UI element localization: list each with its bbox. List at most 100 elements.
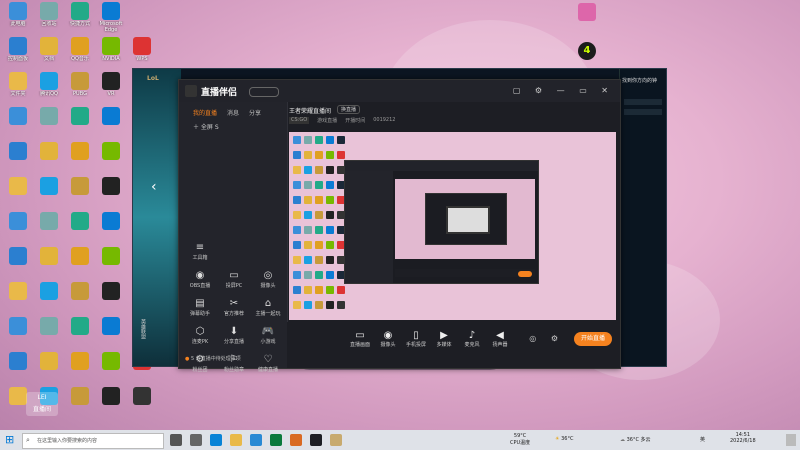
search-placeholder: 在这里输入你要搜索的内容 <box>37 438 98 444</box>
toolbar-icon: ▯ <box>413 330 419 341</box>
taskbar-app-icon[interactable] <box>290 434 302 446</box>
store-icon[interactable] <box>250 434 262 446</box>
bottom-toolbar: 开始直播 ◎ ⚙ ▭ 直播画面 ◉ 摄像头 ▯ 手机投屏 ▶ 多媒体 ♪ 麦克风 ◀ 扬声器 <box>287 322 620 368</box>
settings-icons[interactable]: ◎ ⚙ <box>529 334 564 343</box>
tab-my-live[interactable]: 我的直播 <box>193 108 217 117</box>
weather-widget[interactable]: ☀ 36°C <box>555 436 573 442</box>
app-tabs: 我的直播 消息 分享 <box>193 108 261 117</box>
tool-button[interactable]: ✂ 官方推荐 <box>221 298 247 317</box>
tool-button[interactable]: ⌂ 主播一起玩 <box>255 298 281 317</box>
desktop-icon[interactable]: Microsoft Edge <box>93 0 129 34</box>
bottom-toolbar-item[interactable]: ▯ 手机投屏 <box>403 330 429 348</box>
desktop-icon-label: Microsoft Edge <box>99 21 123 33</box>
chevron-left-icon[interactable]: ‹ <box>151 179 157 195</box>
app-main-area: 王者荣耀直播间 换直播 CS:GO 游戏直播 开播时间 0019212 开始直播… <box>287 102 620 368</box>
tray-weather[interactable]: ☁ 36°C 多云 <box>620 436 651 443</box>
desktop-icon[interactable]: WPS <box>124 35 160 69</box>
preview-icon <box>293 166 301 174</box>
preview-icon <box>326 136 334 144</box>
tool-icon: ✂ <box>229 298 239 309</box>
app-icon <box>40 2 58 20</box>
app-icon <box>102 247 120 265</box>
start-live-button[interactable]: 开始直播 <box>574 332 612 346</box>
tool-icon: ⬡ <box>195 326 205 337</box>
preview-icon <box>337 151 345 159</box>
preview-icon <box>304 151 312 159</box>
room-meta: CS:GO 游戏直播 开播时间 0019212 <box>289 117 396 124</box>
file-explorer-icon[interactable] <box>230 434 242 446</box>
app-icon <box>9 352 27 370</box>
desktop-icon[interactable] <box>124 385 160 419</box>
preview-icon <box>293 136 301 144</box>
bottom-toolbar-item[interactable]: ▭ 直播画面 <box>347 330 373 348</box>
bottom-toolbar-item[interactable]: ▶ 多媒体 <box>431 330 457 348</box>
tool-button[interactable]: ▭ 投屏PC <box>221 270 247 289</box>
taskbar-app-icon[interactable] <box>190 434 202 446</box>
bottom-toolbar-item[interactable]: ♪ 麦克风 <box>459 330 485 348</box>
app-icon <box>102 352 120 370</box>
game-friends-panel: 找到你方向的钟 <box>619 69 666 366</box>
desktop-icon-avatar[interactable] <box>575 3 599 21</box>
preview-icon <box>293 241 301 249</box>
taskbar-app-icon[interactable] <box>270 434 282 446</box>
app-icon <box>71 317 89 335</box>
tool-label: 小游戏 <box>260 339 276 345</box>
live-preview[interactable] <box>289 132 616 320</box>
bottom-toolbar-item[interactable]: ◉ 摄像头 <box>375 330 401 348</box>
preview-icon <box>304 196 312 204</box>
preview-icon <box>337 136 345 144</box>
app-icon <box>102 142 120 160</box>
notification-icon[interactable] <box>786 434 796 446</box>
app-icon <box>9 142 27 160</box>
tool-button[interactable]: ⬇ 分享直播 <box>221 326 247 345</box>
preview-icon <box>304 136 312 144</box>
preview-icon <box>326 196 334 204</box>
app-icon <box>9 212 27 230</box>
plus-icon: ＋ <box>193 124 201 131</box>
tool-button[interactable]: ≡ 工具箱 <box>187 242 213 261</box>
taskbar-app-icon[interactable] <box>310 434 322 446</box>
notice-bar[interactable]: ● 5 条直播中待处理事项 <box>185 355 241 362</box>
tool-button[interactable]: ◉ OBS直播 <box>187 270 213 289</box>
ime-indicator[interactable]: 英 <box>700 436 705 443</box>
tab-messages[interactable]: 消息 <box>227 108 239 117</box>
tool-button[interactable]: ♡ 健康直播 <box>255 354 281 373</box>
app-icon <box>40 72 58 90</box>
taskbar-search-box[interactable]: ⌕ 在这里输入你要搜索的内容 <box>22 433 164 449</box>
preview-icon <box>315 136 323 144</box>
tool-button[interactable]: ▤ 弹幕助手 <box>187 298 213 317</box>
scene-selector[interactable]: ＋ 全屏 S <box>193 122 219 131</box>
app-icon <box>102 2 120 20</box>
preview-icon <box>304 181 312 189</box>
edge-icon[interactable] <box>210 434 222 446</box>
toolbar-label: 多媒体 <box>436 342 452 348</box>
app-version-badge[interactable] <box>249 87 279 97</box>
league-icon[interactable] <box>330 434 342 446</box>
bottom-toolbar-item[interactable]: ◀ 扬声器 <box>487 330 513 348</box>
app-icon <box>71 72 89 90</box>
desktop-icon-badge[interactable]: 4 <box>575 42 599 60</box>
tool-label: 粉丝勋章 <box>223 367 244 373</box>
windows-start-icon[interactable]: ⊞ <box>5 434 17 446</box>
tool-label: 官方推荐 <box>223 311 244 317</box>
live-companion-window[interactable]: 直播伴侣 ▢ ⚙ — ▭ ✕ 我的直播 消息 分享 ＋ 全屏 S ≡ 工具箱 ◉ OB… <box>178 79 621 373</box>
app-icon <box>71 387 89 405</box>
preview-icon <box>337 301 345 309</box>
window-controls[interactable]: ▢ ⚙ — ▭ ✕ <box>513 86 614 95</box>
room-tag[interactable]: 换直播 <box>337 105 361 114</box>
preview-icon <box>326 271 334 279</box>
tool-button[interactable]: ◎ 摄像头 <box>255 270 281 289</box>
tool-button[interactable]: 🎮 小游戏 <box>255 326 281 345</box>
app-icon <box>133 37 151 55</box>
cloud-icon: ☁ <box>620 437 627 443</box>
app-left-panel: 我的直播 消息 分享 ＋ 全屏 S ≡ 工具箱 ◉ OBS直播 ▭ 投屏PC ◎ 摄像头 ▤ 弹幕… <box>179 102 288 373</box>
tab-share[interactable]: 分享 <box>249 108 261 117</box>
clock[interactable]: 14:51 2022/6/18 <box>730 432 756 444</box>
toolbar-label: 手机投屏 <box>405 342 426 348</box>
app-icon <box>133 387 151 405</box>
app-icon <box>40 37 58 55</box>
channel-watermark: LEI 直播间 <box>26 392 58 416</box>
app-icon <box>9 2 27 20</box>
task-view-icon[interactable] <box>170 434 182 446</box>
tool-button[interactable]: ⬡ 连麦PK <box>187 326 213 345</box>
